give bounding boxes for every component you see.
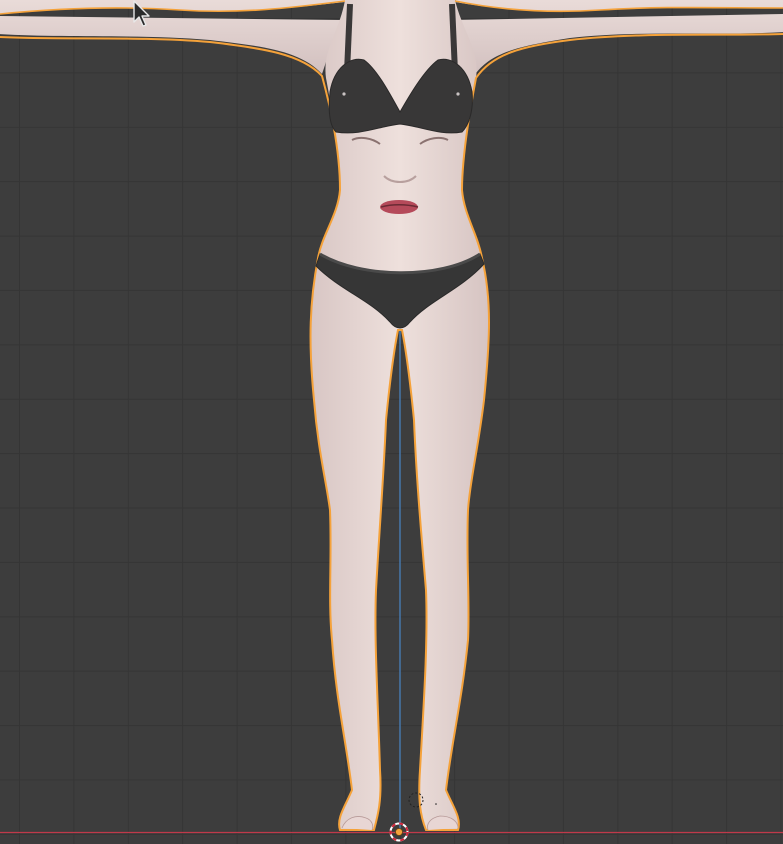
gizmo-dot-icon <box>435 803 437 805</box>
right-arm[interactable] <box>452 0 783 76</box>
left-arm[interactable] <box>0 0 346 74</box>
3d-viewport[interactable] <box>0 0 783 844</box>
pointer-arrow-icon <box>133 0 150 27</box>
viewport-scene <box>0 0 783 842</box>
female-body-mesh[interactable] <box>0 0 783 831</box>
